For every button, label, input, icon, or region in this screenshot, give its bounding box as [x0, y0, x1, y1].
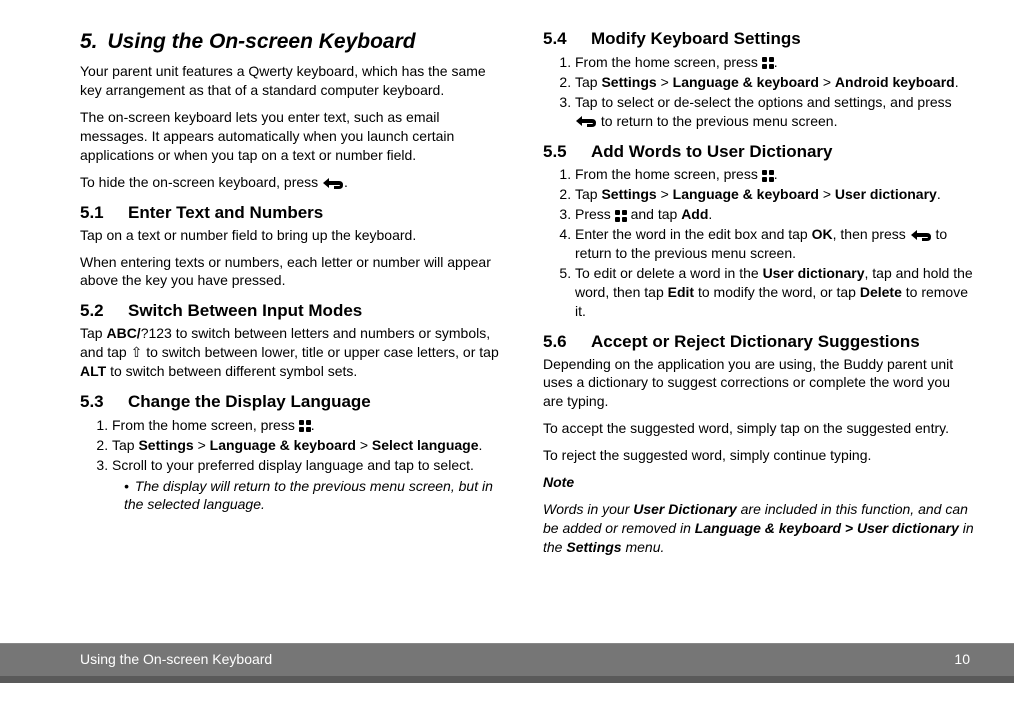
left-column: 5.Using the On-screen Keyboard Your pare… — [80, 28, 511, 563]
intro-p1: Your parent unit features a Qwerty keybo… — [80, 62, 511, 100]
hide-keyboard-p: To hide the on-screen keyboard, press . — [80, 173, 511, 192]
menu-icon — [762, 57, 774, 69]
s56-p2: To accept the suggested word, simply tap… — [543, 419, 974, 438]
s51-p2: When entering texts or numbers, each let… — [80, 253, 511, 291]
back-icon — [575, 115, 597, 128]
note-heading: Note — [543, 473, 974, 492]
list-item: Press and tap Add. — [575, 205, 974, 224]
intro-p2: The on-screen keyboard lets you enter te… — [80, 108, 511, 165]
menu-icon — [299, 420, 311, 432]
list-item: From the home screen, press . — [575, 53, 974, 72]
page-footer: Using the On-screen Keyboard 10 — [0, 643, 1014, 683]
s54-list: From the home screen, press . Tap Settin… — [543, 53, 974, 131]
list-item: Enter the word in the edit box and tap O… — [575, 225, 974, 263]
note-body: Words in your User Dictionary are includ… — [543, 500, 974, 557]
section-5-2-title: 5.2Switch Between Input Modes — [80, 300, 511, 323]
s56-p1: Depending on the application you are usi… — [543, 355, 974, 412]
back-icon — [322, 177, 344, 190]
section-5-3-title: 5.3Change the Display Language — [80, 391, 511, 414]
list-item: From the home screen, press . — [112, 416, 511, 435]
page-number: 10 — [954, 651, 970, 667]
back-icon — [910, 229, 932, 242]
list-item: Tap Settings > Language & keyboard > And… — [575, 73, 974, 92]
s55-list: From the home screen, press . Tap Settin… — [543, 165, 974, 320]
list-item: Scroll to your preferred display languag… — [112, 456, 511, 515]
s52-body: Tap ABC/?123 to switch between letters a… — [80, 324, 511, 381]
list-item: Tap Settings > Language & keyboard > Use… — [575, 185, 974, 204]
section-5-5-title: 5.5Add Words to User Dictionary — [543, 141, 974, 164]
list-item: Tap Settings > Language & keyboard > Sel… — [112, 436, 511, 455]
s53-list: From the home screen, press . Tap Settin… — [80, 416, 511, 514]
s53-sublist: The display will return to the previous … — [112, 477, 511, 515]
s56-p3: To reject the suggested word, simply con… — [543, 446, 974, 465]
section-5-1-title: 5.1Enter Text and Numbers — [80, 202, 511, 225]
right-column: 5.4Modify Keyboard Settings From the hom… — [543, 28, 974, 563]
page-content: 5.Using the On-screen Keyboard Your pare… — [0, 0, 1014, 563]
list-item: The display will return to the previous … — [124, 477, 511, 515]
list-item: From the home screen, press . — [575, 165, 974, 184]
s51-p1: Tap on a text or number field to bring u… — [80, 226, 511, 245]
footer-title: Using the On-screen Keyboard — [80, 651, 272, 667]
menu-icon — [615, 210, 627, 222]
section-5-6-title: 5.6Accept or Reject Dictionary Suggestio… — [543, 331, 974, 354]
list-item: To edit or delete a word in the User dic… — [575, 264, 974, 321]
section-5-4-title: 5.4Modify Keyboard Settings — [543, 28, 974, 51]
list-item: Tap to select or de-select the options a… — [575, 93, 974, 131]
section-5-title: 5.Using the On-screen Keyboard — [80, 28, 511, 56]
menu-icon — [762, 170, 774, 182]
